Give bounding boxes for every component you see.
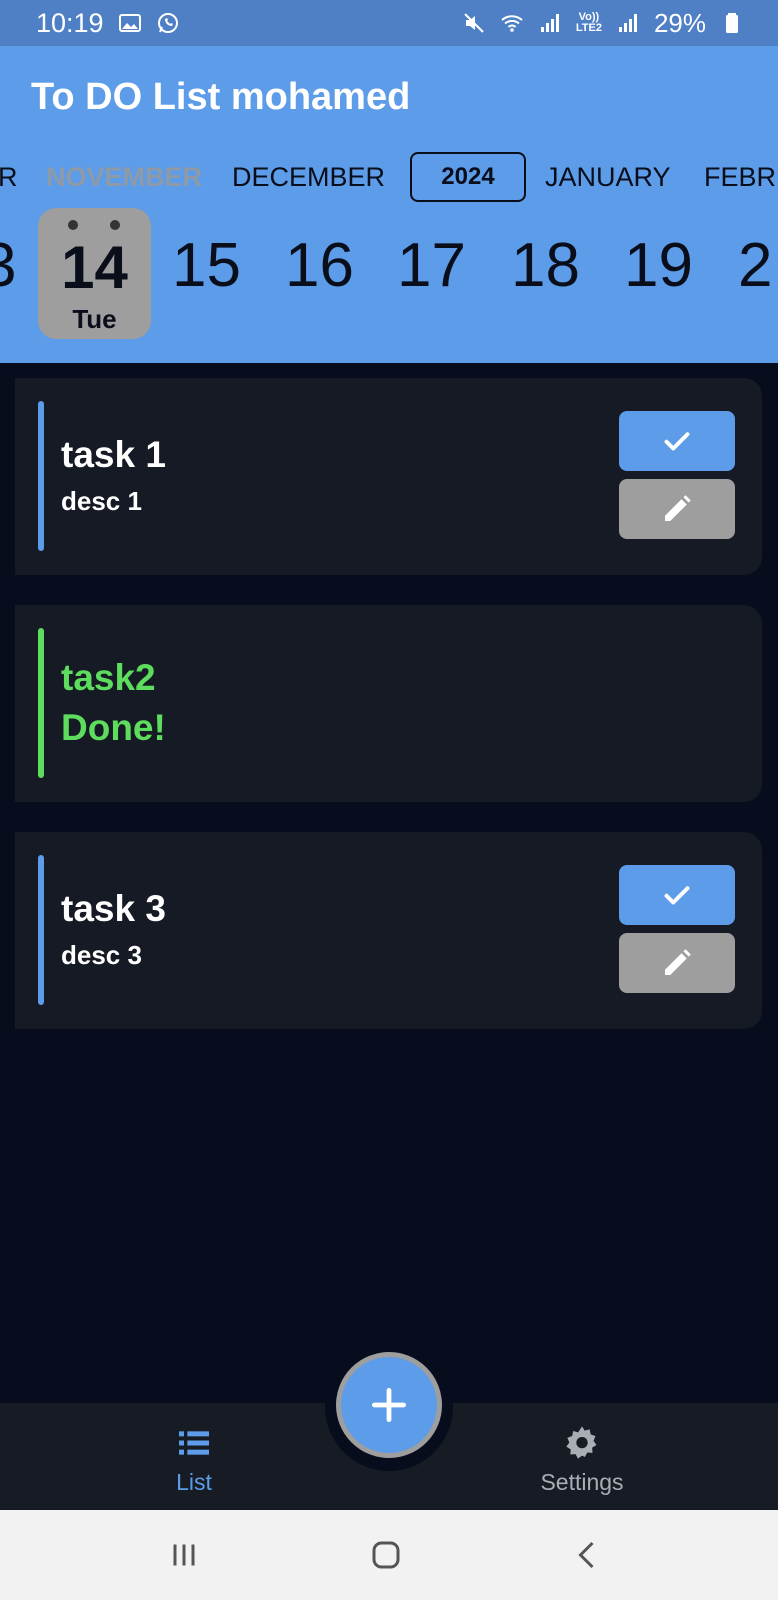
whatsapp-icon [156, 11, 180, 35]
wifi-icon [500, 11, 524, 35]
day-item[interactable]: 2 [738, 233, 772, 299]
plus-icon [371, 1387, 407, 1423]
mute-icon [462, 11, 486, 35]
nav-settings-tab[interactable]: Settings [492, 1423, 672, 1496]
task-accent-bar [38, 628, 44, 778]
status-bar: 10:19 Vo)) LTE2 29% [0, 0, 778, 46]
back-button[interactable] [558, 1530, 618, 1580]
task-card[interactable]: task2 Done! [15, 605, 762, 802]
day-item[interactable]: 3 [0, 233, 16, 299]
month-item[interactable]: FEBRU [704, 152, 778, 202]
task-description: desc 1 [61, 486, 142, 516]
app-header: To DO List mohamed R NOVEMBER DECEMBER 2… [0, 46, 778, 363]
edit-task-button[interactable] [619, 479, 735, 539]
status-time: 10:19 [36, 7, 104, 38]
month-strip[interactable]: R NOVEMBER DECEMBER 2024 JANUARY FEBRU [0, 152, 778, 202]
event-dot [110, 220, 120, 230]
event-dot [68, 220, 78, 230]
task-title: task 3 [61, 888, 166, 929]
task-card[interactable]: task 1 desc 1 [15, 378, 762, 575]
recent-apps-icon [173, 1544, 195, 1566]
task-accent-bar [38, 401, 44, 551]
nav-list-tab[interactable]: List [104, 1423, 284, 1496]
home-icon [372, 1541, 400, 1569]
day-dots [38, 220, 151, 232]
task-title: task2 [61, 657, 156, 698]
month-item-selected[interactable]: NOVEMBER [46, 152, 202, 202]
check-icon [664, 432, 690, 451]
list-icon [179, 1431, 209, 1455]
selected-day[interactable]: 14 Tue [38, 208, 151, 339]
home-button[interactable] [356, 1530, 416, 1580]
battery-percent: 29% [653, 7, 706, 38]
pencil-icon [665, 495, 691, 521]
edit-task-button[interactable] [619, 933, 735, 993]
month-item[interactable]: DECEMBER [232, 152, 385, 202]
app-title: To DO List mohamed [31, 76, 411, 118]
selected-day-weekday: Tue [72, 304, 117, 334]
recent-apps-button[interactable] [154, 1530, 214, 1580]
gallery-icon [118, 11, 142, 35]
back-icon [578, 1541, 594, 1569]
month-item[interactable]: JANUARY [545, 152, 671, 202]
lte-icon: Vo)) LTE2 [575, 11, 602, 34]
system-nav [0, 1510, 778, 1600]
task-title: task 1 [61, 434, 166, 475]
mark-done-button[interactable] [619, 865, 735, 925]
day-strip[interactable]: 3 14 Tue 15 16 17 18 19 2 [0, 208, 778, 340]
signal-icon-2 [616, 11, 640, 35]
pencil-icon [665, 949, 691, 975]
check-icon [664, 886, 690, 905]
signal-icon [538, 11, 562, 35]
battery-icon [720, 11, 744, 35]
task-accent-bar [38, 855, 44, 1005]
status-right: Vo)) LTE2 29% [462, 8, 744, 39]
month-item[interactable]: R [0, 152, 18, 202]
task-description: desc 3 [61, 940, 142, 970]
day-item[interactable]: 16 [285, 233, 354, 299]
day-item[interactable]: 18 [511, 233, 580, 299]
day-item[interactable]: 15 [172, 233, 241, 299]
status-left: 10:19 [36, 8, 180, 39]
nav-settings-label: Settings [540, 1469, 624, 1495]
mark-done-button[interactable] [619, 411, 735, 471]
task-card[interactable]: task 3 desc 3 [15, 832, 762, 1029]
selected-day-number: 14 [61, 234, 128, 301]
add-task-button[interactable] [336, 1352, 442, 1458]
year-selector[interactable]: 2024 [410, 152, 526, 202]
day-item[interactable]: 19 [624, 233, 693, 299]
gear-icon [566, 1426, 597, 1459]
day-item[interactable]: 17 [397, 233, 466, 299]
nav-list-label: List [176, 1469, 212, 1495]
task-done-label: Done! [61, 707, 166, 748]
